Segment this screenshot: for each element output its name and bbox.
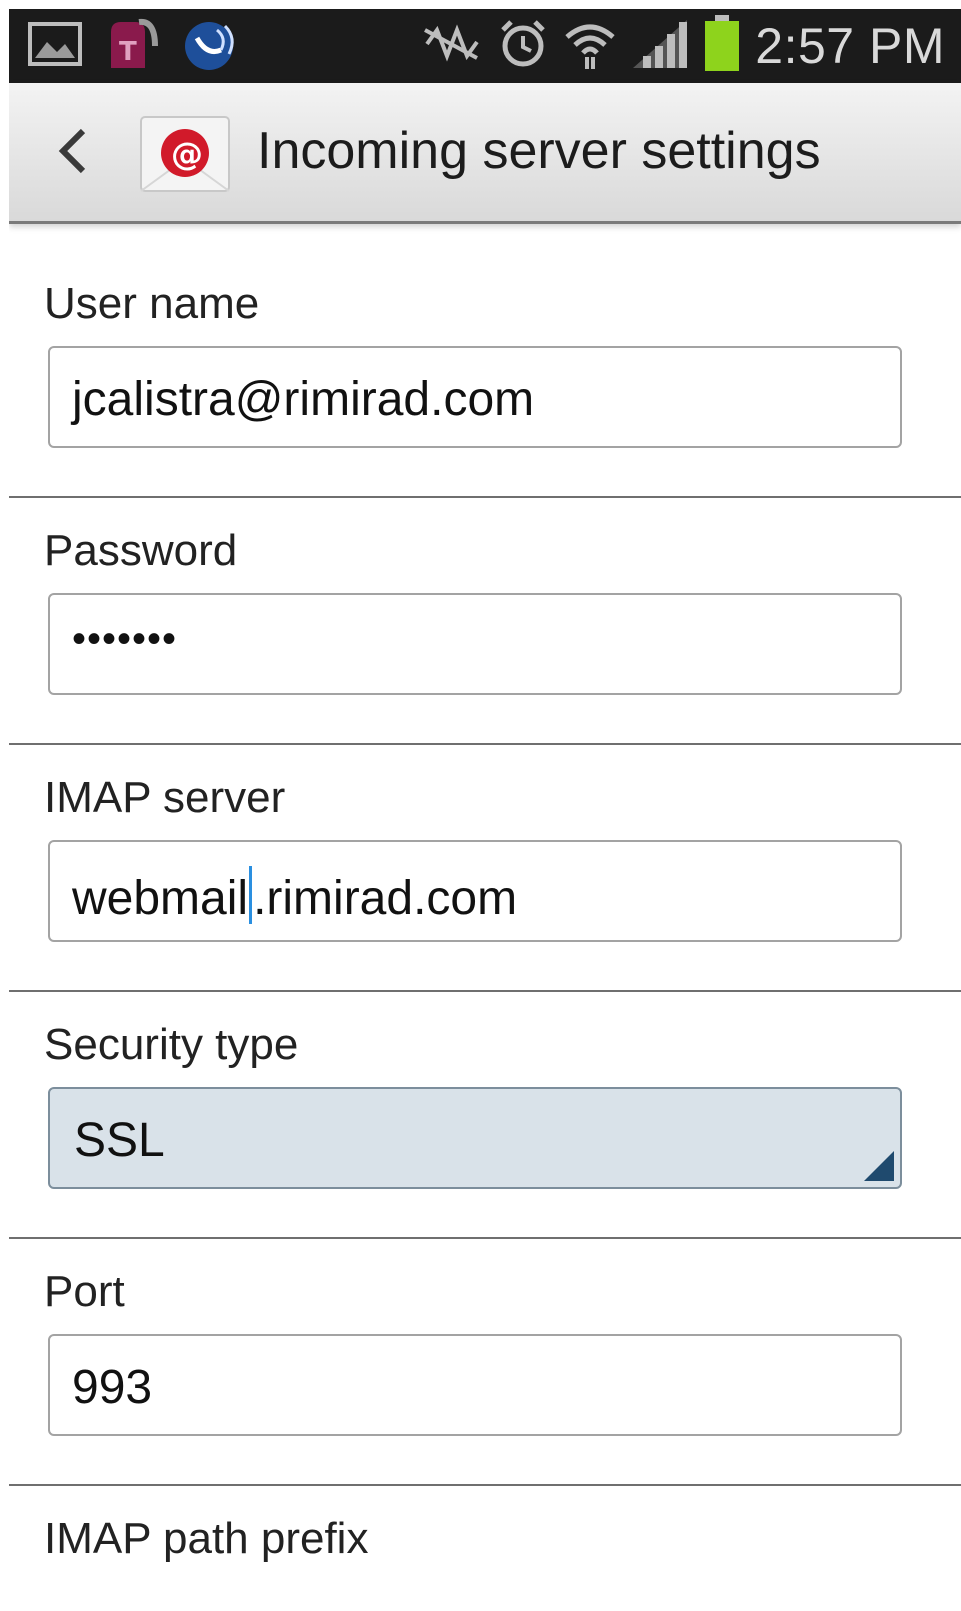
imap-path-prefix-label: IMAP path prefix: [44, 1514, 369, 1563]
divider: [9, 990, 961, 992]
wifi-icon: [563, 17, 617, 76]
chevron-left-icon: [58, 128, 86, 174]
email-at-icon[interactable]: @: [139, 115, 231, 193]
page-title: Incoming server settings: [257, 122, 821, 180]
battery-icon: [703, 14, 741, 78]
security-type-value: SSL: [74, 1114, 165, 1167]
security-type-label: Security type: [44, 1020, 299, 1069]
divider: [9, 743, 961, 745]
username-field[interactable]: jcalistra@rimirad.com: [48, 346, 902, 448]
image-icon: [27, 20, 83, 73]
password-field[interactable]: •••••••: [48, 593, 902, 695]
dropdown-arrow-icon: [864, 1151, 894, 1181]
divider: [9, 1237, 961, 1239]
status-time: 2:57 PM: [755, 18, 945, 74]
imap-server-value: webmail .rimirad.com: [72, 866, 517, 926]
nfc-icon: [419, 22, 483, 71]
password-value: •••••••: [72, 617, 178, 661]
divider: [9, 496, 961, 498]
imap-server-field[interactable]: webmail .rimirad.com: [48, 840, 902, 942]
back-button[interactable]: [49, 121, 99, 181]
tmobile-icon: T: [105, 16, 159, 77]
username-label: User name: [44, 279, 260, 328]
divider: [9, 1484, 961, 1486]
status-bar: T 2:57 PM: [9, 9, 961, 83]
imap-server-value-part2: .rimirad.com: [253, 872, 518, 925]
action-bar: @ Incoming server settings: [9, 83, 961, 224]
username-value: jcalistra@rimirad.com: [72, 373, 535, 426]
imap-server-value-part1: webmail: [72, 872, 249, 925]
password-label: Password: [44, 526, 238, 575]
port-label: Port: [44, 1267, 125, 1316]
alarm-icon: [497, 18, 549, 75]
port-field[interactable]: 993: [48, 1334, 902, 1436]
svg-text:@: @: [171, 135, 203, 173]
screen: T 2:57 PM @ Incoming server settings Use…: [9, 9, 961, 1611]
signal-icon: [631, 18, 689, 75]
imap-server-label: IMAP server: [44, 773, 286, 822]
voicemail-icon: [181, 16, 243, 77]
text-cursor: [249, 866, 253, 924]
security-type-select[interactable]: SSL: [48, 1087, 902, 1189]
svg-text:T: T: [119, 37, 137, 67]
port-value: 993: [72, 1361, 153, 1414]
